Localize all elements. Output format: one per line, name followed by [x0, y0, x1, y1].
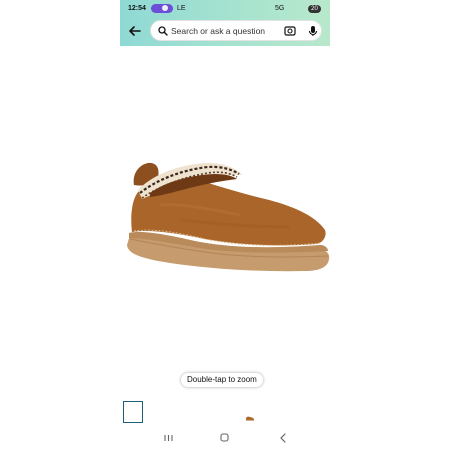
battery-indicator: 20	[308, 5, 321, 13]
search-bar[interactable]: Search or ask a question	[150, 20, 322, 41]
recent-apps-icon[interactable]	[164, 433, 173, 443]
notification-dot-icon	[162, 5, 168, 11]
camera-icon[interactable]	[284, 25, 296, 37]
back-arrow-icon[interactable]	[128, 24, 142, 38]
thumbnail-shoe[interactable]	[245, 415, 255, 421]
thumbnail-selected[interactable]	[123, 401, 143, 423]
network-label: 5G	[275, 5, 285, 12]
status-bar: 12:54 LE 5G 20	[120, 2, 330, 16]
search-icon	[158, 26, 168, 36]
mic-icon[interactable]	[308, 25, 318, 37]
zoom-hint: Double-tap to zoom	[181, 373, 263, 387]
app-header: 12:54 LE 5G 20 Search or ask a question	[120, 0, 330, 46]
system-nav-bar	[120, 430, 330, 448]
carrier-label: LE	[177, 5, 186, 12]
search-input[interactable]: Search or ask a question	[171, 26, 265, 36]
nav-back-icon[interactable]	[279, 433, 287, 443]
product-image[interactable]	[120, 135, 330, 285]
status-time: 12:54	[128, 5, 146, 12]
status-right: 5G	[275, 5, 284, 12]
home-icon[interactable]	[220, 433, 229, 442]
phone-screen: 12:54 LE 5G 20 Search or ask a question	[120, 0, 330, 450]
